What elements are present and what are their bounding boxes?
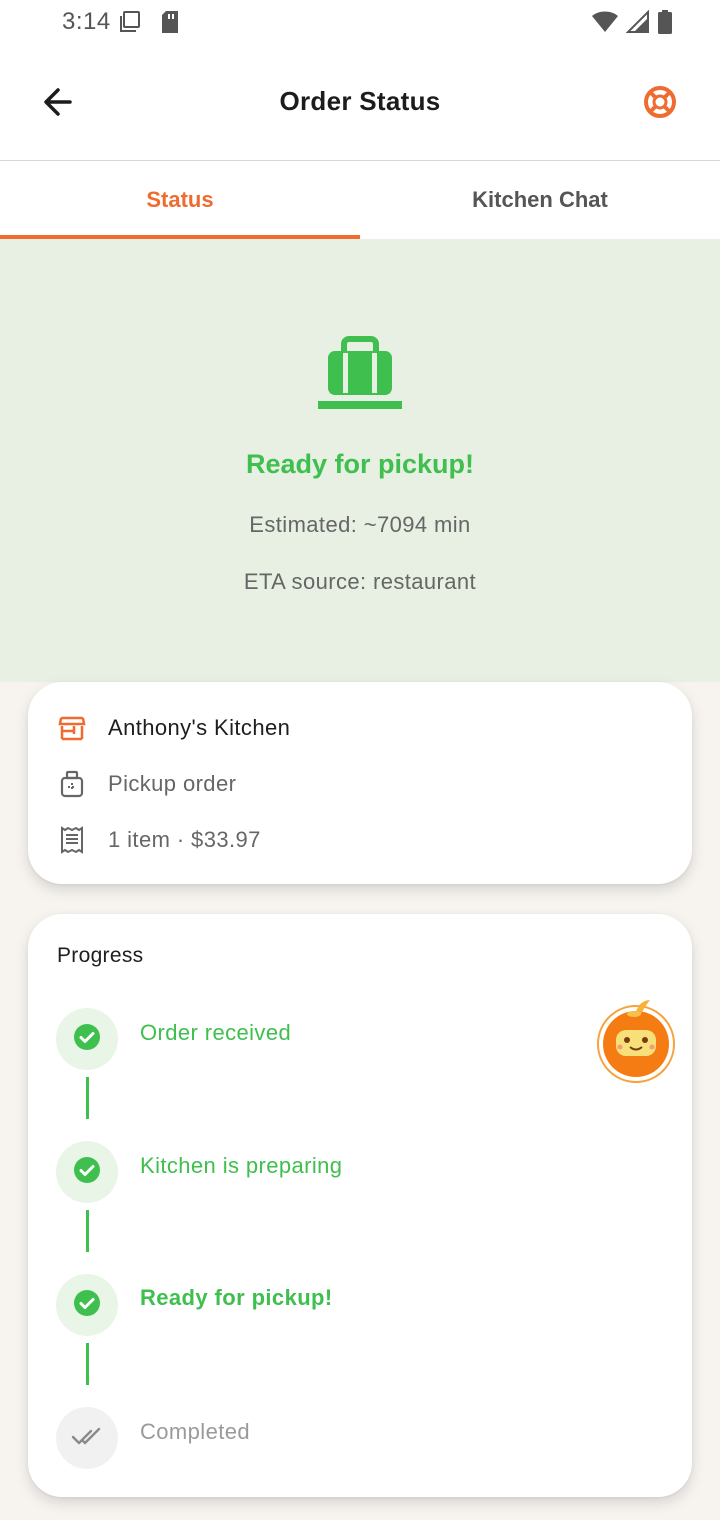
step-ready-for-pickup: Ready for pickup! [140, 1285, 333, 1310]
wifi-icon [592, 11, 618, 38]
shopping-bag-icon [318, 335, 402, 411]
sd-card-icon [160, 10, 180, 39]
tab-bar: Status Kitchen Chat [0, 161, 720, 239]
eta-estimate: Estimated: ~7094 min [249, 512, 471, 537]
screenshot-icon [118, 10, 142, 39]
progress-card: Progress Order received Kitchen is prepa… [28, 914, 692, 1497]
restaurant-row: Anthony's Kitchen [58, 710, 290, 746]
tab-status[interactable]: Status [0, 161, 360, 239]
robot-orange-icon [594, 1000, 678, 1088]
status-bar: 3:14 [0, 0, 720, 44]
step-ready-indicator [56, 1274, 118, 1336]
step-order-received-indicator [56, 1008, 118, 1070]
check-circle-icon [73, 1156, 101, 1189]
step-connector [86, 1343, 89, 1385]
status-title: Ready for pickup! [245, 449, 475, 479]
page-title: Order Status [279, 86, 441, 116]
order-summary-row: 1 item · $33.97 [58, 822, 261, 858]
signal-icon [625, 9, 650, 39]
check-circle-icon [73, 1289, 101, 1322]
help-button[interactable] [642, 84, 678, 120]
tab-kitchen-chat[interactable]: Kitchen Chat [360, 161, 720, 239]
step-kitchen-preparing-indicator [56, 1141, 118, 1203]
progress-title: Progress [57, 944, 144, 967]
order-summary: 1 item · $33.97 [108, 827, 261, 852]
receipt-icon [58, 826, 86, 854]
step-completed-indicator [56, 1407, 118, 1469]
step-connector [86, 1210, 89, 1252]
store-icon [58, 714, 86, 742]
double-check-icon [71, 1424, 103, 1453]
app-bar: Order Status [0, 44, 720, 161]
eta-source: ETA source: restaurant [243, 569, 477, 594]
battery-icon [658, 10, 672, 39]
status-hero: Ready for pickup! Estimated: ~7094 min E… [0, 239, 720, 682]
assistant-mascot-button[interactable] [594, 994, 678, 1084]
status-time: 3:14 [62, 8, 111, 35]
order-info-card: Anthony's Kitchen Pickup order 1 item · … [28, 682, 692, 884]
step-completed: Completed [140, 1419, 250, 1444]
restaurant-name: Anthony's Kitchen [108, 715, 291, 740]
step-kitchen-preparing: Kitchen is preparing [140, 1153, 343, 1178]
lifebuoy-icon [642, 86, 678, 124]
check-circle-icon [73, 1023, 101, 1056]
order-type: Pickup order [108, 771, 237, 796]
takeout-bag-icon [58, 770, 86, 798]
step-connector [86, 1077, 89, 1119]
order-type-row: Pickup order [58, 766, 236, 802]
step-order-received: Order received [140, 1020, 292, 1045]
